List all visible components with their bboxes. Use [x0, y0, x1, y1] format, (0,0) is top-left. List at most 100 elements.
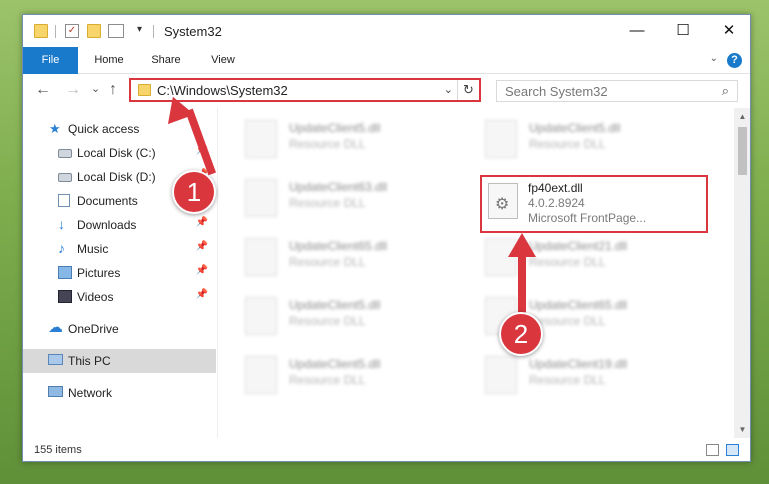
sidebar-item-label: Network [68, 386, 113, 400]
sidebar-item-this-pc[interactable]: This PC [23, 349, 216, 373]
file-item[interactable]: UpdateClient65.dll Resource DLL [241, 232, 466, 286]
pin-icon[interactable]: 📌 [196, 217, 208, 228]
dll-file-icon [245, 356, 277, 394]
sidebar-item-music[interactable]: ♪ Music 📌 [23, 237, 216, 261]
file-item[interactable]: UpdateClient19.dll Resource DLL [481, 350, 706, 404]
scroll-down-icon[interactable]: ▼ [734, 421, 750, 438]
file-version: 4.0.2.8924 [528, 196, 585, 210]
back-arrow-icon[interactable]: ← [35, 81, 51, 99]
file-name: UpdateClient63.dll [289, 180, 388, 194]
pin-icon[interactable]: 📌 [196, 289, 208, 300]
download-icon: ↓ [58, 216, 65, 232]
sidebar-item-downloads[interactable]: ↓ Downloads 📌 [23, 213, 216, 237]
vertical-scrollbar[interactable]: ▲ ▼ [734, 108, 750, 438]
folder-icon [138, 84, 151, 96]
file-description: Resource DLL [529, 255, 606, 269]
sidebar-item-pictures[interactable]: Pictures 📌 [23, 261, 216, 285]
file-name: UpdateClient5.dll [289, 298, 381, 312]
file-item[interactable]: UpdateClient5.dll Resource DLL [241, 350, 466, 404]
sidebar-item-quick-access[interactable]: ★ Quick access [23, 117, 216, 141]
file-name: UpdateClient65.dll [289, 239, 388, 253]
file-description: Resource DLL [289, 255, 366, 269]
chevron-down-icon[interactable]: ⌄ [710, 53, 718, 64]
cloud-icon: ☁ [48, 319, 63, 336]
dll-file-icon [485, 356, 517, 394]
help-icon[interactable]: ? [727, 53, 742, 68]
dll-file-icon [245, 120, 277, 158]
maximize-button[interactable]: ☐ [660, 15, 706, 47]
sidebar-item-label: OneDrive [68, 322, 119, 336]
dll-file-icon [485, 120, 517, 158]
file-item[interactable]: UpdateClient5.dll Resource DLL [241, 291, 466, 345]
file-description: Resource DLL [289, 137, 366, 151]
dll-file-icon [245, 238, 277, 276]
tab-share[interactable]: Share [142, 47, 190, 74]
network-icon [48, 386, 63, 397]
details-view-icon[interactable] [706, 444, 719, 456]
annotation-arrow-2 [518, 252, 526, 316]
file-name: UpdateClient5.dll [289, 357, 381, 371]
search-placeholder: Search System32 [505, 84, 608, 99]
quick-access-dropdown-icon[interactable]: ▾ [137, 24, 151, 38]
file-description: Resource DLL [529, 137, 606, 151]
search-input[interactable]: Search System32 ⌕ [496, 80, 738, 102]
refresh-icon[interactable]: ↻ [457, 80, 479, 100]
sidebar-item-label: Music [77, 242, 109, 256]
file-description: Resource DLL [289, 196, 366, 210]
properties-check-icon[interactable]: ✓ [65, 24, 79, 38]
sidebar-item-onedrive[interactable]: ☁ OneDrive [23, 317, 216, 341]
dll-file-icon [245, 297, 277, 335]
recent-locations-icon[interactable]: ⌄ [91, 82, 100, 95]
scroll-up-icon[interactable]: ▲ [734, 108, 750, 125]
annotation-arrowhead-2 [508, 233, 536, 257]
step-badge-1: 1 [172, 170, 216, 214]
file-item[interactable]: UpdateClient5.dll Resource DLL [241, 114, 466, 168]
tab-view[interactable]: View [199, 47, 247, 74]
file-name: UpdateClient65.dll [529, 298, 628, 312]
status-bar: 155 items [23, 438, 750, 461]
tab-file[interactable]: File [23, 47, 78, 74]
customize-toolbar-icon[interactable] [108, 24, 124, 38]
sidebar-item-label: Documents [77, 194, 138, 208]
music-icon: ♪ [58, 240, 65, 256]
disk-icon [58, 149, 72, 158]
sidebar-item-network[interactable]: Network [23, 381, 216, 405]
file-name: UpdateClient19.dll [529, 357, 628, 371]
file-item-highlighted[interactable]: ⚙ fp40ext.dll 4.0.2.8924 Microsoft Front… [480, 175, 708, 233]
pc-icon [48, 354, 63, 365]
documents-icon [58, 194, 70, 207]
gear-icon: ⚙ [495, 196, 510, 213]
folder-icon[interactable] [34, 24, 48, 38]
sidebar-item-videos[interactable]: Videos 📌 [23, 285, 216, 309]
file-name: UpdateClient5.dll [289, 121, 381, 135]
sidebar-item-local-disk-c[interactable]: Local Disk (C:) 📌 [23, 141, 216, 165]
scrollbar-thumb[interactable] [738, 127, 747, 175]
tab-home[interactable]: Home [85, 47, 133, 74]
sidebar-item-label: This PC [68, 354, 111, 368]
large-icons-view-icon[interactable] [726, 444, 739, 456]
file-description: Resource DLL [289, 373, 366, 387]
explorer-window: ✓ ▾ System32 — ☐ ✕ File Home Share View … [22, 14, 751, 462]
navigation-pane: ★ Quick access Local Disk (C:) 📌 Local D… [23, 108, 218, 438]
pictures-icon [58, 266, 72, 279]
title-bar: ✓ ▾ System32 — ☐ ✕ [23, 15, 750, 47]
file-item[interactable]: UpdateClient5.dll Resource DLL [481, 114, 706, 168]
forward-arrow-icon[interactable]: → [65, 81, 81, 99]
search-icon[interactable]: ⌕ [722, 83, 729, 99]
new-folder-icon[interactable] [87, 24, 101, 38]
minimize-button[interactable]: — [614, 15, 660, 47]
toolbar-separator [55, 25, 56, 38]
file-item[interactable]: UpdateClient63.dll Resource DLL [241, 173, 466, 227]
ribbon-tabs: File Home Share View ⌄ ? [23, 47, 750, 74]
star-icon: ★ [49, 121, 61, 136]
close-button[interactable]: ✕ [706, 15, 750, 47]
chevron-down-icon[interactable]: ⌄ [444, 83, 453, 96]
sidebar-item-label: Pictures [77, 266, 121, 280]
dll-file-icon [245, 179, 277, 217]
toolbar-separator [153, 25, 154, 38]
pin-icon[interactable]: 📌 [196, 265, 208, 276]
up-arrow-icon[interactable]: ↑ [109, 81, 117, 99]
sidebar-item-label: Local Disk (C:) [77, 146, 156, 160]
pin-icon[interactable]: 📌 [196, 241, 208, 252]
file-description: Microsoft FrontPage... [528, 211, 647, 225]
